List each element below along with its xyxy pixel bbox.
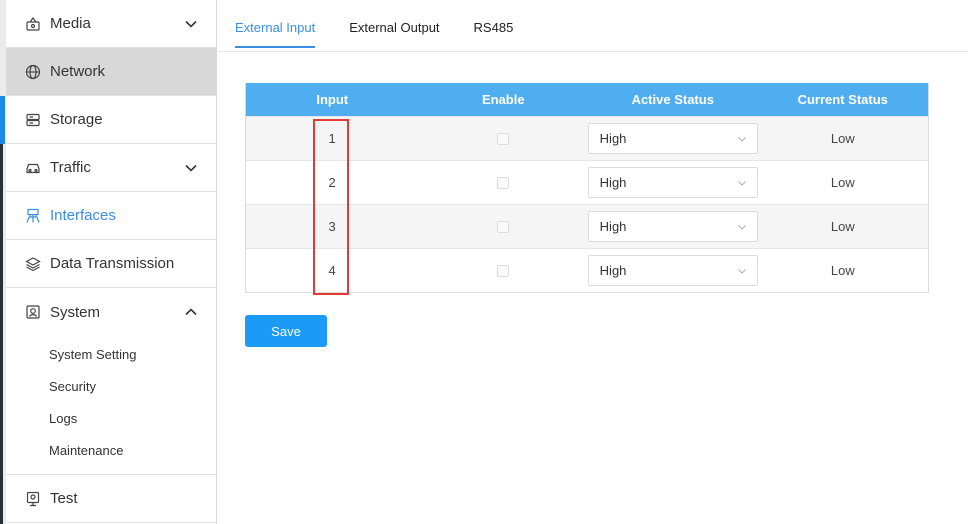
- sidebar-item-label: Network: [50, 63, 106, 80]
- table-row: 3 High Low: [246, 204, 928, 248]
- input-number: 1: [328, 131, 336, 146]
- chevron-up-icon: [185, 308, 197, 316]
- active-status-select[interactable]: High: [587, 211, 758, 242]
- sidebar-item-data-transmission[interactable]: Data Transmission: [6, 240, 216, 288]
- edge-accent: [0, 96, 5, 144]
- submenu-item-system-setting[interactable]: System Setting: [6, 338, 216, 370]
- car-icon: [24, 159, 42, 177]
- submenu-item-security[interactable]: Security: [6, 370, 216, 402]
- storage-icon: [24, 111, 42, 129]
- table-row: 4 High Low: [246, 248, 928, 292]
- active-status-select[interactable]: High: [587, 255, 758, 286]
- sidebar-item-label: Media: [50, 15, 91, 32]
- chevron-down-icon: [737, 180, 746, 186]
- input-number: 3: [328, 219, 336, 234]
- sidebar-item-label: Interfaces: [50, 207, 116, 224]
- sidebar-item-system[interactable]: System: [6, 288, 216, 336]
- tab-bar: External Input External Output RS485: [218, 0, 968, 52]
- active-status-cell: High: [587, 117, 758, 160]
- sidebar-item-test[interactable]: Test: [6, 475, 216, 523]
- active-status-select[interactable]: High: [587, 123, 758, 154]
- input-number: 4: [328, 263, 336, 278]
- submenu-item-maintenance[interactable]: Maintenance: [6, 434, 216, 466]
- chevron-down-icon: [737, 136, 746, 142]
- save-button[interactable]: Save: [245, 315, 327, 347]
- enable-cell: [418, 117, 587, 160]
- enable-cell: [418, 205, 587, 248]
- select-value: High: [599, 263, 627, 278]
- chevron-down-icon: [737, 268, 746, 274]
- column-header-input: Input: [316, 92, 349, 107]
- globe-icon: [24, 63, 42, 81]
- main-content: External Input External Output RS485 Inp…: [218, 0, 968, 524]
- system-icon: [24, 303, 42, 321]
- system-submenu: System Setting Security Logs Maintenance: [6, 336, 216, 475]
- input-number: 2: [328, 175, 336, 190]
- select-value: High: [599, 131, 627, 146]
- current-status: Low: [830, 175, 855, 190]
- interfaces-icon: [24, 207, 42, 225]
- sidebar-item-interfaces[interactable]: Interfaces: [6, 192, 216, 240]
- active-status-cell: High: [587, 249, 758, 292]
- chevron-down-icon: [185, 164, 197, 172]
- column-header-active-status: Active Status: [631, 92, 714, 107]
- sidebar: Media Network Storage Traffic Interfaces…: [6, 0, 217, 524]
- enable-checkbox[interactable]: [497, 264, 509, 277]
- chevron-down-icon: [185, 20, 197, 28]
- sidebar-item-label: Traffic: [50, 159, 91, 176]
- active-status-select[interactable]: High: [587, 167, 758, 198]
- column-header-current-status: Current Status: [797, 92, 888, 107]
- enable-cell: [418, 161, 587, 204]
- current-status: Low: [830, 219, 855, 234]
- enable-cell: [418, 249, 587, 292]
- sidebar-item-label: System: [50, 303, 101, 321]
- tab-external-output[interactable]: External Output: [349, 0, 439, 51]
- current-status: Low: [830, 131, 855, 146]
- enable-checkbox[interactable]: [497, 176, 509, 189]
- select-value: High: [599, 175, 627, 190]
- input-table: Input Enable Active Status Current Statu…: [245, 83, 929, 293]
- sidebar-item-label: Test: [50, 490, 78, 507]
- edge-dark: [0, 144, 3, 524]
- active-status-cell: High: [587, 205, 758, 248]
- sidebar-item-label: Data Transmission: [50, 255, 175, 272]
- enable-checkbox[interactable]: [497, 220, 509, 233]
- test-icon: [24, 490, 42, 508]
- layers-icon: [24, 255, 42, 273]
- enable-checkbox[interactable]: [497, 132, 509, 145]
- sidebar-item-network[interactable]: Network: [6, 48, 216, 96]
- chevron-down-icon: [737, 224, 746, 230]
- select-value: High: [599, 219, 627, 234]
- table-row: 1 High Low: [246, 116, 928, 160]
- active-status-cell: High: [587, 161, 758, 204]
- table-row: 2 High Low: [246, 160, 928, 204]
- column-header-enable: Enable: [481, 92, 525, 107]
- sidebar-item-traffic[interactable]: Traffic: [6, 144, 216, 192]
- submenu-item-logs[interactable]: Logs: [6, 402, 216, 434]
- table-header: Input Enable Active Status Current Statu…: [246, 83, 928, 116]
- media-icon: [24, 15, 42, 33]
- current-status: Low: [830, 263, 855, 278]
- tab-external-input[interactable]: External Input: [235, 0, 316, 51]
- sidebar-item-media[interactable]: Media: [6, 0, 216, 48]
- tab-rs485[interactable]: RS485: [474, 0, 514, 51]
- sidebar-item-label: Storage: [50, 111, 103, 128]
- app-window: Media Network Storage Traffic Interfaces…: [0, 0, 968, 524]
- sidebar-item-storage[interactable]: Storage: [6, 96, 216, 144]
